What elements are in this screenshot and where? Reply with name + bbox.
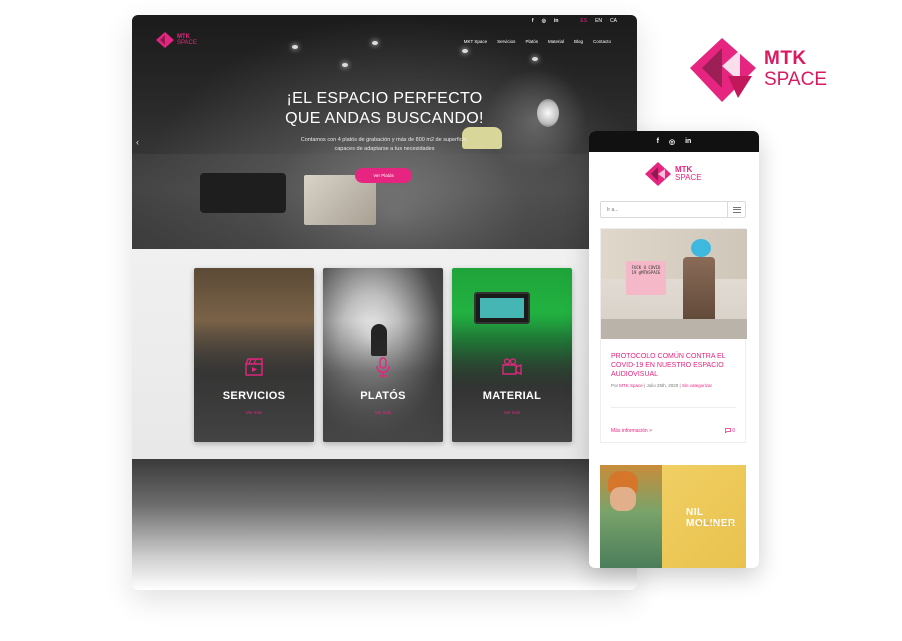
- nav-item-servicios[interactable]: Servicios: [497, 39, 515, 44]
- card-link[interactable]: Ver más: [323, 410, 443, 415]
- album-subtitle: MI RELIGIÓN: [698, 521, 734, 526]
- hero-title-line1: ¡EL ESPACIO PERFECTO: [286, 90, 483, 107]
- divider: [611, 407, 736, 408]
- brand-name-space: SPACE: [764, 69, 828, 90]
- ceiling-light: [372, 41, 378, 45]
- linkedin-icon[interactable]: in: [554, 18, 558, 24]
- blog-post-card[interactable]: FUCK U COVID 19 @MTKSPACE PROTOCOLO COMÚ…: [600, 228, 747, 443]
- card-material[interactable]: MATERIAL Ver más: [452, 268, 572, 442]
- hero-subtitle: Contamos con 4 platós de grabación y más…: [132, 136, 637, 154]
- ver-platos-button[interactable]: Ver Platós: [355, 168, 412, 183]
- card-overlay: [323, 268, 443, 442]
- brand-logo: MTK SPACE: [688, 36, 827, 104]
- mobile-topbar: f ◎ in: [589, 131, 759, 152]
- sign-text: FUCK U COVID 19 @MTKSPACE: [631, 265, 661, 275]
- hero-section: MTK SPACE f ◎ in ES EN CA MKT Space Serv…: [132, 15, 637, 249]
- card-overlay: [452, 268, 572, 442]
- camera-icon: [502, 358, 522, 375]
- desktop-logo-text: MTK SPACE: [177, 34, 197, 46]
- nav-item-blog[interactable]: Blog: [574, 39, 583, 44]
- ceiling-light: [292, 45, 298, 49]
- face: [610, 487, 636, 511]
- blog-post-meta: Por MTK Space | Julio 25th, 2020 | Sin c…: [611, 383, 712, 388]
- card-link[interactable]: Ver más: [194, 410, 314, 415]
- desktop-mockup: MTK SPACE f ◎ in ES EN CA MKT Space Serv…: [132, 15, 637, 590]
- blue-hat-figure: [691, 239, 711, 257]
- robot-figure: [683, 257, 715, 327]
- table-surface: [601, 319, 747, 339]
- desktop-topbar: f ◎ in ES EN CA: [532, 15, 617, 27]
- blog-post-title[interactable]: PROTOCOLO COMÚN CONTRA EL COVID-19 EN NU…: [611, 352, 741, 379]
- mtk-logo-icon: [690, 38, 756, 102]
- hamburger-menu-icon[interactable]: [727, 202, 745, 217]
- nav-item-material[interactable]: Material: [548, 39, 564, 44]
- facebook-icon[interactable]: f: [657, 138, 659, 145]
- mobile-search-bar: [600, 201, 746, 218]
- card-link[interactable]: Ver más: [452, 410, 572, 415]
- blog-post-image: FUCK U COVID 19 @MTKSPACE: [601, 229, 747, 339]
- bottom-section: [132, 459, 637, 590]
- post-category-link[interactable]: Sin categorizar: [682, 383, 712, 388]
- microphone-icon: [376, 357, 390, 377]
- card-overlay: [194, 268, 314, 442]
- brand-name-mtk: MTK: [764, 48, 807, 69]
- hero-title-line2: QUE ANDAS BUSCANDO!: [285, 110, 484, 127]
- post-date: Julio 25th, 2020: [646, 383, 679, 388]
- blog-post-card-2[interactable]: NIL MOLINER MI RELIGIÓN: [600, 465, 746, 568]
- hero-subtitle-line1: Contamos con 4 platós de grabación y más…: [300, 137, 469, 143]
- ceiling-light: [342, 63, 348, 67]
- nav-item-mkt-space[interactable]: MKT Space: [464, 39, 487, 44]
- lang-es[interactable]: ES: [580, 18, 587, 24]
- nav-item-contacto[interactable]: Contacto: [593, 39, 611, 44]
- comment-icon: [724, 428, 731, 434]
- mtk-logo-icon: [645, 162, 671, 186]
- more-info-link[interactable]: Más información >: [611, 428, 652, 434]
- ceiling-light: [532, 57, 538, 61]
- lang-ca[interactable]: CA: [610, 18, 617, 24]
- desktop-logo[interactable]: MTK SPACE: [156, 32, 197, 48]
- card-platos[interactable]: PLATÓS Ver más: [323, 268, 443, 442]
- mobile-logo-text: MTK SPACE: [675, 165, 702, 182]
- card-title: SERVICIOS: [222, 390, 286, 402]
- hero-sofa-image: [200, 173, 286, 213]
- mobile-mockup: f ◎ in MTK SPACE FUCK U COVID 19 @MTKSPA…: [589, 131, 759, 568]
- clapperboard-icon: [245, 358, 263, 376]
- ceiling-light: [462, 49, 468, 53]
- instagram-icon[interactable]: ◎: [669, 138, 675, 146]
- desktop-nav: MKT Space Servicios Platós Material Blog…: [464, 39, 611, 44]
- lang-en[interactable]: EN: [595, 18, 602, 24]
- comments-count[interactable]: 0: [724, 428, 735, 434]
- nav-item-platos[interactable]: Platós: [525, 39, 538, 44]
- shelf-background: [601, 229, 747, 279]
- hero-title: ¡EL ESPACIO PERFECTO QUE ANDAS BUSCANDO!: [132, 89, 637, 129]
- post-author-link[interactable]: MTK Space: [619, 383, 643, 388]
- search-input[interactable]: [602, 203, 727, 216]
- linkedin-icon[interactable]: in: [685, 138, 691, 145]
- brand-text: MTK SPACE: [764, 49, 827, 91]
- card-title: PLATÓS: [360, 390, 406, 402]
- facebook-icon[interactable]: f: [532, 18, 534, 24]
- card-servicios[interactable]: SERVICIOS Ver más: [194, 268, 314, 442]
- card-title: MATERIAL: [482, 390, 542, 402]
- hero-subtitle-line2: capaces de adaptarse a tus necesidades: [334, 146, 435, 152]
- mobile-logo[interactable]: MTK SPACE: [645, 162, 702, 186]
- instagram-icon[interactable]: ◎: [542, 18, 546, 24]
- mtk-logo-icon: [156, 32, 174, 48]
